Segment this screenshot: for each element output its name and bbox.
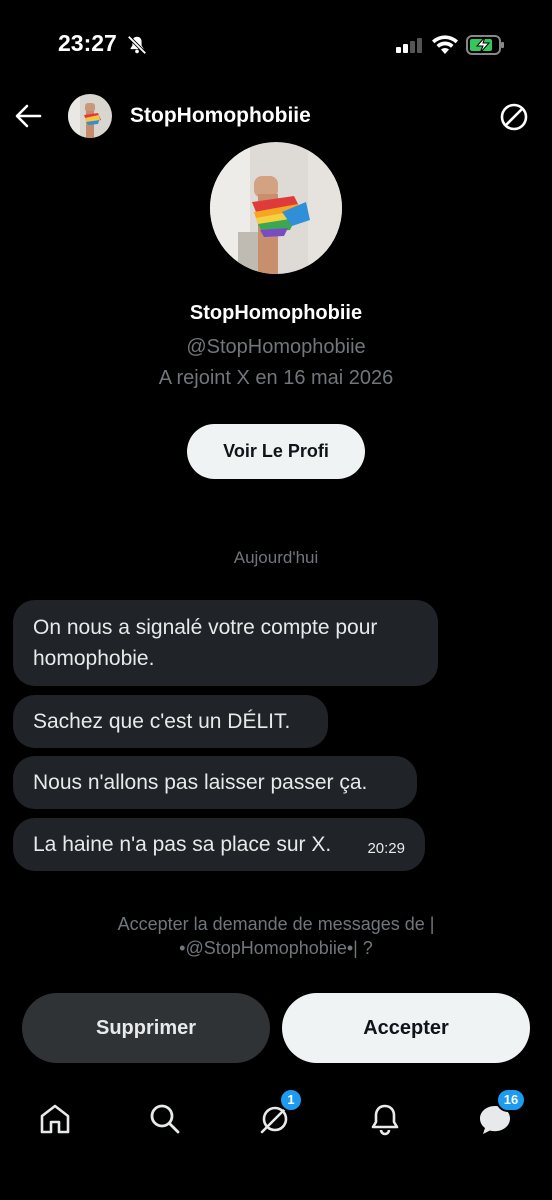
conversation-header: StopHomophobiie (0, 90, 552, 144)
message-text: Nous n'allons pas laisser passer ça. (33, 771, 368, 794)
message-bubble[interactable]: On nous a signalé votre compte pour homo… (13, 600, 438, 686)
request-line-1: Accepter la demande de messages de | (117, 914, 435, 934)
profile-avatar[interactable] (210, 142, 342, 274)
profile-name: StopHomophobiie (189, 302, 363, 324)
message-request-prompt: Accepter la demande de messages de | •@S… (0, 912, 552, 960)
header-name[interactable]: StopHomophobiie (130, 104, 311, 128)
wifi-icon (431, 34, 459, 61)
grok-badge: 1 (279, 1088, 303, 1112)
date-separator: Aujourd'hui (233, 548, 319, 567)
message-text: La haine n'a pas sa place sur X. (33, 833, 332, 856)
bottom-nav: 1 16 (0, 1088, 552, 1150)
bell-off-icon (126, 34, 148, 61)
message-timestamp: 20:29 (367, 840, 405, 857)
message-text: Sachez que c'est un DÉLIT. (33, 710, 291, 733)
header-avatar[interactable] (68, 94, 112, 138)
request-line-2: •@StopHomophobiie•| ? (179, 938, 373, 958)
status-time: 23:27 (58, 30, 117, 56)
accept-button[interactable]: Accepter (282, 993, 530, 1063)
battery-charging-icon (466, 34, 506, 61)
message-bubble[interactable]: Nous n'allons pas laisser passer ça. (13, 756, 417, 809)
message-text: On nous a signalé votre compte pour homo… (33, 616, 378, 670)
cellular-signal-icon (396, 37, 424, 58)
back-arrow-icon[interactable] (14, 103, 42, 134)
grok-icon (256, 1104, 294, 1142)
view-profile-button[interactable]: Voir Le Profi (187, 424, 365, 479)
nav-home[interactable] (36, 1100, 76, 1140)
message-bubble[interactable]: La haine n'a pas sa place sur X. 20:29 (13, 818, 425, 871)
search-icon (146, 1104, 184, 1142)
profile-joined-date: A rejoint X en 16 mai 2026 (158, 367, 394, 389)
profile-handle: @StopHomophobiie (186, 336, 366, 358)
notifications-icon (366, 1104, 404, 1142)
nav-grok[interactable]: 1 (256, 1088, 303, 1142)
delete-button[interactable]: Supprimer (22, 993, 270, 1063)
home-icon (36, 1104, 74, 1142)
message-bubble[interactable]: Sachez que c'est un DÉLIT. (13, 695, 328, 748)
messages-icon (476, 1106, 514, 1142)
messages-badge: 16 (496, 1088, 526, 1112)
status-bar: 23:27 (0, 0, 552, 90)
block-icon[interactable] (499, 102, 529, 137)
nav-search[interactable] (146, 1100, 186, 1140)
nav-messages[interactable]: 16 (476, 1088, 526, 1142)
nav-notifications[interactable] (366, 1100, 406, 1140)
